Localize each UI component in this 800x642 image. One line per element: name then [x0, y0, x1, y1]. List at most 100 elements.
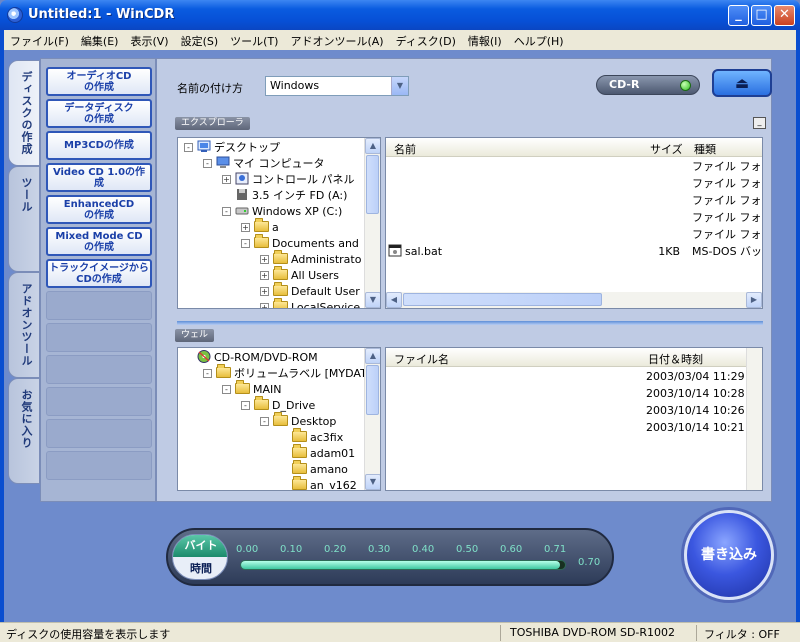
expand-icon[interactable]: + — [260, 255, 269, 264]
enhanced-cd-button[interactable]: EnhancedCD の作成 — [46, 195, 152, 224]
well-tree[interactable]: CD-ROM/DVD-ROM - ボリュームラベル [MYDATA] - MAIN - D_… — [177, 347, 381, 491]
scroll-thumb[interactable] — [366, 155, 379, 214]
app-icon[interactable] — [7, 7, 23, 23]
list-item[interactable]: Mail2003/10/14 10:26 — [388, 402, 748, 419]
tree-item[interactable]: + LocalService — [260, 298, 360, 308]
menu-settings[interactable]: 設定(S) — [175, 30, 225, 52]
expand-icon[interactable]: + — [260, 271, 269, 280]
tree-item[interactable]: + All Users — [260, 266, 339, 284]
menu-help[interactable]: ヘルプ(H) — [508, 30, 570, 52]
audio-cd-button[interactable]: オーディオCD の作成 — [46, 67, 152, 96]
tree-item-label: Administrato — [291, 253, 362, 266]
collapse-icon[interactable]: - — [241, 239, 250, 248]
tree-item[interactable]: - ボリュームラベル [MYDATA] — [203, 364, 378, 382]
tab-favorites[interactable]: お気に入り — [8, 378, 40, 484]
scroll-down-icon[interactable]: ▼ — [365, 474, 380, 490]
unit-toggle[interactable]: バイト 時間 — [172, 534, 228, 580]
list-item[interactable]: LZH2003/10/14 10:28 — [388, 385, 748, 402]
collapse-icon[interactable]: - — [241, 401, 250, 410]
expand-icon[interactable]: + — [241, 223, 250, 232]
list-item[interactable]: RECYCLERファイル フォルダ — [388, 175, 762, 192]
tree-item[interactable]: an_v162 — [279, 476, 357, 490]
scroll-up-icon[interactable]: ▲ — [365, 138, 380, 154]
close-button[interactable]: ✕ — [774, 5, 795, 26]
disc-type-label: CD-R — [609, 78, 640, 91]
expand-icon[interactable]: + — [260, 287, 269, 296]
explorer-file-list[interactable]: 名前 サイズ 種類 MAINファイル フォルダRECYCLERファイル フォルダ… — [385, 137, 763, 309]
mixed-mode-cd-button[interactable]: Mixed Mode CD の作成 — [46, 227, 152, 256]
list-item[interactable]: sal.bat 1KB MS-DOS バッチ — [388, 243, 762, 260]
collapse-icon[interactable]: - — [222, 207, 231, 216]
col-type[interactable]: 種類 — [694, 141, 716, 157]
tree-item[interactable]: adam01 — [279, 444, 355, 462]
eject-button[interactable]: ⏏ — [712, 69, 772, 97]
vertical-scrollbar[interactable] — [746, 348, 762, 490]
byte-mode-button[interactable]: バイト — [173, 535, 227, 557]
col-filename[interactable]: ファイル名 — [394, 351, 449, 367]
vertical-scrollbar[interactable]: ▲ ▼ — [364, 138, 380, 308]
tab-tools[interactable]: ツール — [8, 166, 40, 272]
tree-item[interactable]: amano — [279, 460, 348, 478]
scroll-down-icon[interactable]: ▼ — [365, 292, 380, 308]
tree-item[interactable]: - MAIN — [222, 380, 282, 398]
scroll-left-icon[interactable]: ◀ — [386, 292, 402, 308]
tree-item[interactable]: + コントロール パネル — [222, 172, 355, 188]
menu-info[interactable]: 情報(I) — [462, 30, 508, 52]
collapse-icon[interactable]: - — [222, 385, 231, 394]
horizontal-scrollbar[interactable]: ◀ ▶ — [386, 292, 762, 308]
vertical-scrollbar[interactable]: ▲ ▼ — [364, 348, 380, 490]
list-item[interactable]: V2iファイル フォルダ — [388, 209, 762, 226]
collapse-icon[interactable]: - — [184, 143, 193, 152]
video-cd-button[interactable]: Video CD 1.0の作成 — [46, 163, 152, 192]
menu-addon-tools[interactable]: アドオンツール(A) — [284, 30, 389, 52]
maximize-button[interactable]: □ — [751, 5, 772, 26]
track-image-cd-button[interactable]: トラックイメージから CDの作成 — [46, 259, 152, 288]
folder-icon — [292, 428, 307, 442]
expand-icon[interactable]: + — [260, 303, 269, 308]
list-item[interactable]: PHOTOS2003/10/14 10:21 — [388, 419, 748, 436]
col-datetime[interactable]: 日付＆時刻 — [648, 351, 703, 367]
menu-disc[interactable]: ディスク(D) — [390, 30, 462, 52]
collapse-icon[interactable]: - — [203, 369, 212, 378]
mp3-cd-button[interactable]: MP3CDの作成 — [46, 131, 152, 160]
explorer-collapse-button[interactable]: _ — [753, 117, 766, 129]
drive-icon — [235, 207, 249, 215]
list-item[interactable]: MAINファイル フォルダ — [388, 158, 762, 175]
menu-tools[interactable]: ツール(T) — [224, 30, 284, 52]
tab-disc-creation[interactable]: ディスクの作成 — [8, 60, 40, 166]
collapse-icon[interactable]: - — [203, 159, 212, 168]
scroll-right-icon[interactable]: ▶ — [746, 292, 762, 308]
naming-select[interactable]: Windows ▼ — [265, 76, 409, 96]
menu-file[interactable]: ファイル(F) — [4, 30, 75, 52]
menu-view[interactable]: 表示(V) — [124, 30, 174, 52]
data-disc-button[interactable]: データディスク の作成 — [46, 99, 152, 128]
tree-item[interactable]: 3.5 インチ FD (A:) — [222, 188, 347, 204]
scroll-thumb[interactable] — [403, 293, 602, 306]
minimize-button[interactable]: _ — [728, 5, 749, 26]
col-name[interactable]: 名前 — [394, 141, 416, 157]
scroll-thumb[interactable] — [366, 365, 379, 415]
chevron-down-icon[interactable]: ▼ — [391, 77, 408, 95]
tree-item[interactable]: - Windows XP (C:) — [222, 204, 342, 220]
expand-icon[interactable]: + — [222, 175, 231, 184]
menu-edit[interactable]: 編集(E) — [75, 30, 125, 52]
tree-item[interactable]: CD-ROM/DVD-ROM — [184, 350, 318, 366]
collapse-icon[interactable]: - — [260, 417, 269, 426]
tree-item[interactable]: - デスクトップ — [184, 140, 280, 156]
col-size[interactable]: サイズ — [650, 141, 683, 157]
time-mode-button[interactable]: 時間 — [173, 558, 227, 579]
tree-item[interactable]: - マイ コンピュータ — [203, 156, 325, 172]
write-button[interactable]: 書き込み — [684, 510, 774, 600]
list-item[interactable]: System Volume Informationファイル フォルダ — [388, 192, 762, 209]
tree-item-label: ボリュームラベル [MYDATA] — [234, 367, 378, 380]
tree-item[interactable]: ac3fix — [279, 428, 343, 446]
list-item[interactable]: Desktop2003/03/04 11:29 — [388, 368, 748, 385]
tab-addon-tools[interactable]: アドオンツール — [8, 272, 40, 378]
folder-icon — [235, 380, 250, 394]
well-file-list[interactable]: ファイル名 日付＆時刻 Desktop2003/03/04 11:29LZH20… — [385, 347, 763, 491]
tree-item[interactable]: - Documents and — [241, 234, 359, 252]
scroll-up-icon[interactable]: ▲ — [365, 348, 380, 364]
computer-icon — [216, 156, 230, 168]
list-item[interactable]: WD272AWファイル フォルダ — [388, 226, 762, 243]
explorer-tree[interactable]: - デスクトップ - マイ コンピュータ + コントロール パネル 3.5 インチ FD (… — [177, 137, 381, 309]
